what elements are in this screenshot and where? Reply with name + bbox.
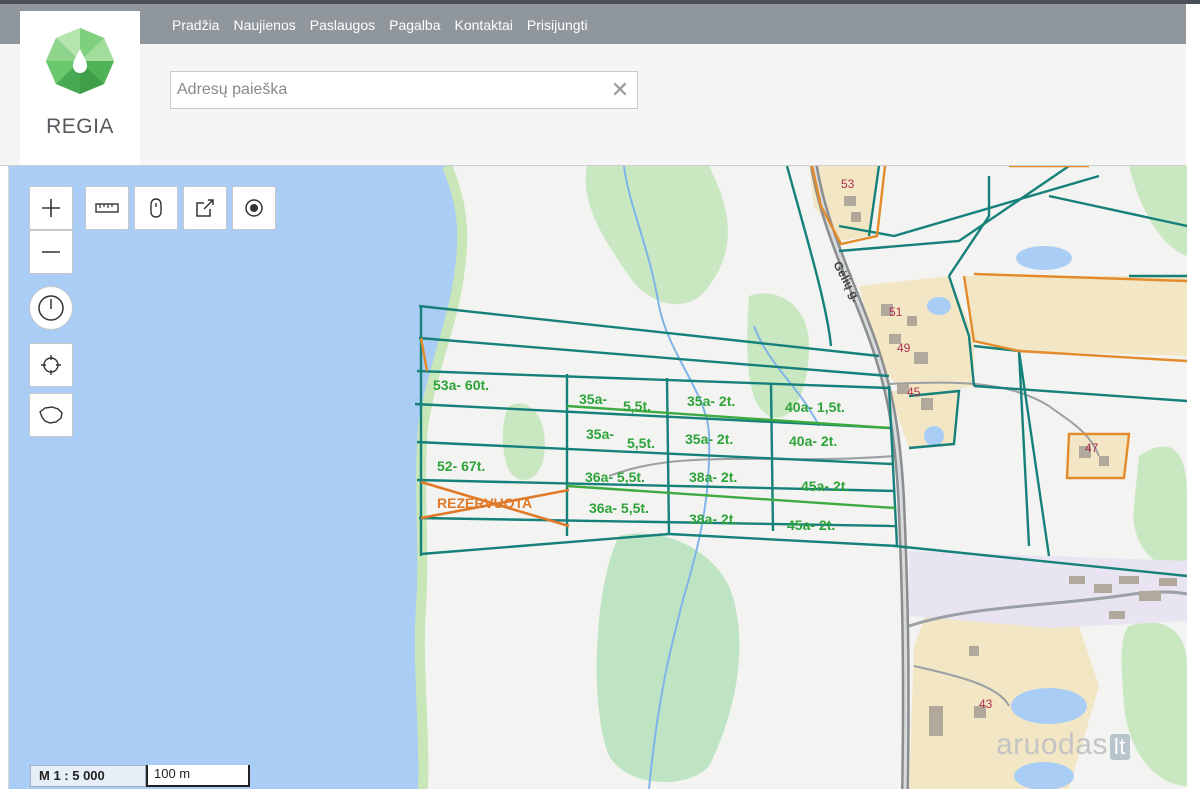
scale-ratio: M 1 : 5 000 bbox=[30, 765, 146, 787]
clear-search-icon[interactable]: ✕ bbox=[609, 78, 631, 102]
nav-item-home[interactable]: Pradžia bbox=[172, 17, 219, 33]
house-number: 51 bbox=[889, 305, 903, 319]
minus-icon bbox=[42, 251, 60, 253]
share-icon bbox=[196, 199, 214, 217]
top-navigation: Pradžia Naujienos Paslaugos Pagalba Kont… bbox=[0, 4, 1186, 44]
nav-item-services[interactable]: Paslaugos bbox=[310, 17, 375, 33]
watermark: aruodas lt bbox=[996, 728, 1130, 762]
house-number: 45 bbox=[907, 385, 921, 399]
right-edge bbox=[1186, 4, 1200, 789]
zoom-in-button[interactable] bbox=[29, 186, 73, 230]
residential-area bbox=[964, 276, 1187, 356]
plot-label: 35a- 2t. bbox=[687, 393, 735, 409]
reserved-label: REZERVUOTA bbox=[437, 495, 532, 511]
nav-item-login[interactable]: Prisijungti bbox=[527, 17, 588, 33]
regia-logo-icon bbox=[46, 28, 114, 94]
plot-label: 38a- 2t. bbox=[689, 469, 737, 485]
plot-label: 40a- 2t. bbox=[789, 433, 837, 449]
logo[interactable]: REGIA bbox=[20, 11, 140, 165]
plot-label: 38a- 2t. bbox=[689, 511, 737, 527]
pond bbox=[1016, 246, 1072, 270]
marker-button[interactable] bbox=[134, 186, 178, 230]
nav-item-news[interactable]: Naujienos bbox=[233, 17, 295, 33]
house-number: 49 bbox=[897, 341, 911, 355]
zoom-out-button[interactable] bbox=[29, 230, 73, 274]
lithuania-outline-icon bbox=[39, 406, 63, 424]
share-button[interactable] bbox=[183, 186, 227, 230]
plot-label: 35a- bbox=[586, 426, 614, 442]
measure-button[interactable] bbox=[85, 186, 129, 230]
plot-label: 45a- 2t. bbox=[801, 478, 849, 494]
locate-icon bbox=[41, 355, 61, 375]
plot-label: 35a- 2t. bbox=[685, 431, 733, 447]
house-number: 47 bbox=[1085, 441, 1099, 455]
record-icon bbox=[245, 199, 263, 217]
plot-label: 40a- 1,5t. bbox=[785, 399, 845, 415]
pond bbox=[924, 426, 944, 446]
map-canvas[interactable]: 53a- 60t. 35a- 5,5t. 35a- 2t. 40a- 1,5t.… bbox=[9, 166, 1187, 789]
nav-links: Pradžia Naujienos Paslaugos Pagalba Kont… bbox=[172, 17, 588, 33]
marker-icon bbox=[150, 198, 162, 218]
pond bbox=[1014, 762, 1074, 789]
house-number: 43 bbox=[979, 697, 993, 711]
address-search-input[interactable] bbox=[171, 72, 603, 108]
plot-label: 5,5t. bbox=[627, 435, 655, 451]
ruler-icon bbox=[95, 203, 119, 213]
logo-text: REGIA bbox=[46, 115, 114, 138]
map-scale: M 1 : 5 000 100 m bbox=[30, 765, 250, 787]
plot-label: 35a- bbox=[579, 391, 607, 407]
plot-label: 52- 67t. bbox=[437, 458, 485, 474]
pond bbox=[1011, 688, 1087, 724]
scale-bar: 100 m bbox=[146, 765, 250, 787]
plot-label: 36a- 5,5t. bbox=[585, 469, 645, 485]
full-extent-button[interactable] bbox=[29, 393, 73, 437]
map-view[interactable]: 53a- 60t. 35a- 5,5t. 35a- 2t. 40a- 1,5t.… bbox=[8, 166, 1187, 789]
lake-area bbox=[9, 166, 461, 789]
nav-item-contacts[interactable]: Kontaktai bbox=[455, 17, 513, 33]
power-button[interactable] bbox=[29, 286, 73, 330]
plot-label: 45a- 2t. bbox=[787, 517, 835, 533]
plot-label: 53a- 60t. bbox=[433, 377, 489, 393]
locate-button[interactable] bbox=[29, 343, 73, 387]
record-button[interactable] bbox=[232, 186, 276, 230]
plot-label: 5,5t. bbox=[623, 398, 651, 414]
house-number: 53 bbox=[841, 177, 855, 191]
watermark-text: aruodas bbox=[996, 728, 1108, 761]
address-search: ✕ bbox=[170, 71, 638, 109]
pond bbox=[927, 297, 951, 315]
power-icon bbox=[38, 295, 64, 321]
nav-item-help[interactable]: Pagalba bbox=[389, 17, 440, 33]
plus-icon bbox=[42, 199, 60, 217]
watermark-badge: lt bbox=[1109, 734, 1130, 760]
plot-label: 36a- 5,5t. bbox=[589, 500, 649, 516]
